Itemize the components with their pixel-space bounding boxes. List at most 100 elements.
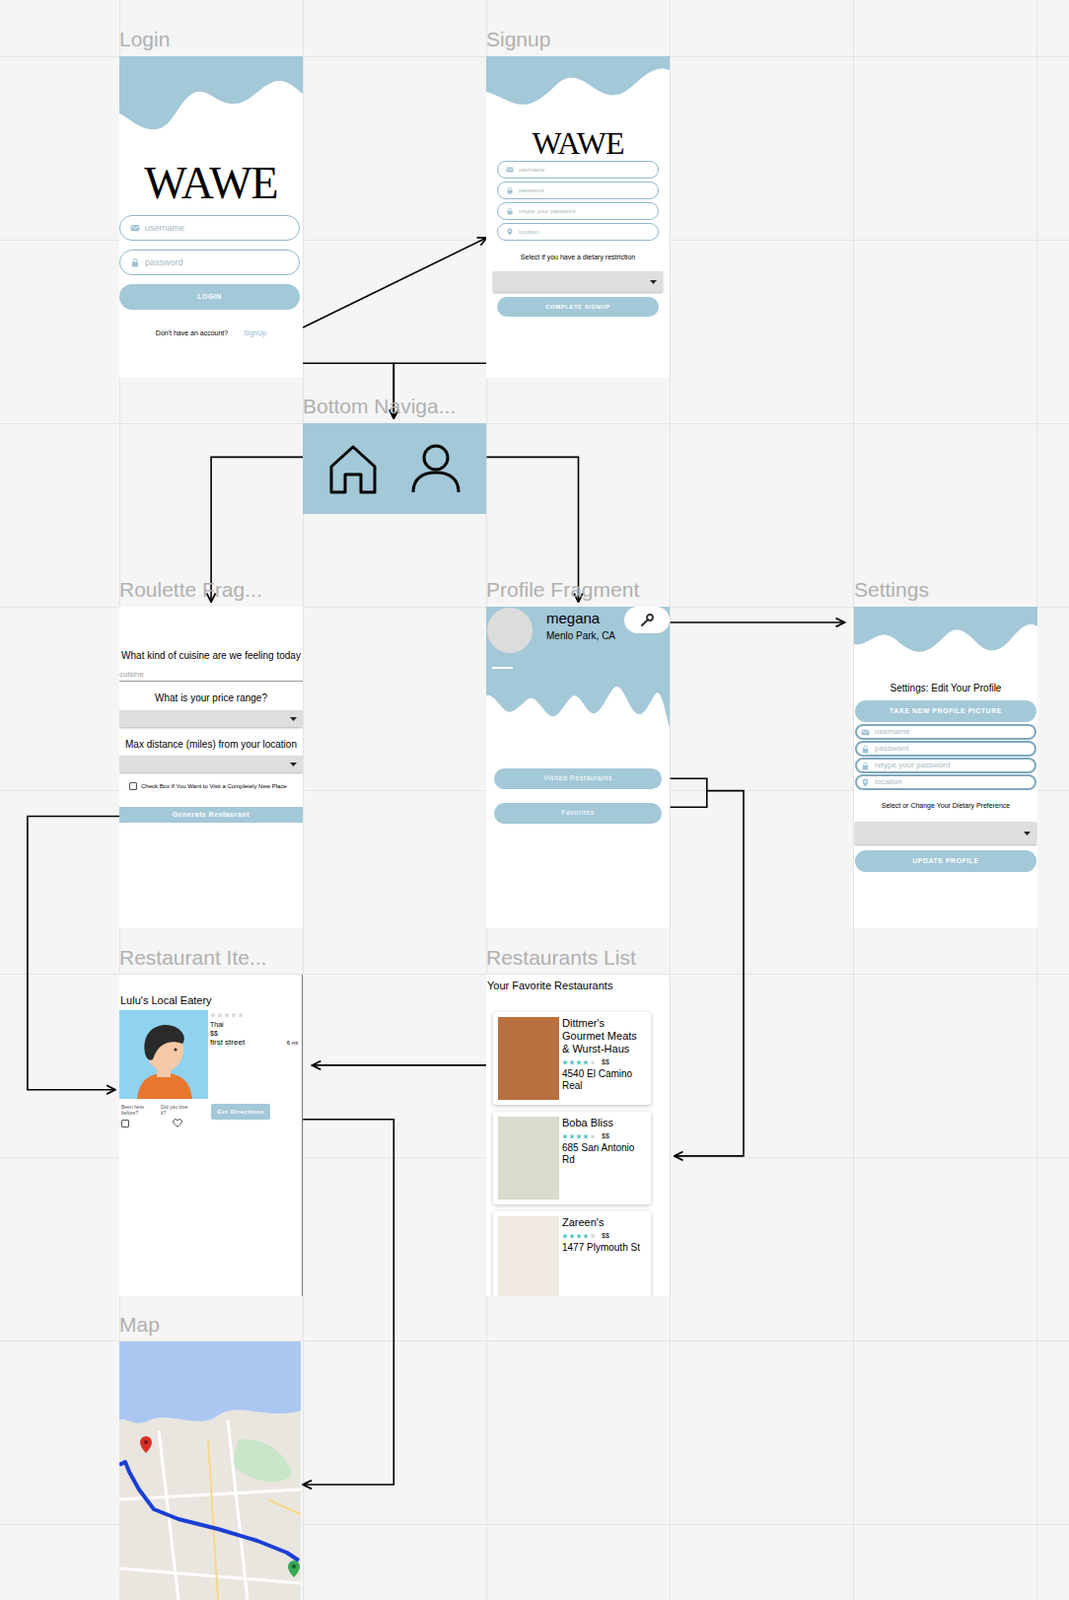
cuisine-input[interactable]: cuisine <box>119 669 303 682</box>
text-field[interactable]: password <box>855 740 1037 757</box>
connector-arrow <box>312 1064 488 1066</box>
dropdown-arrow-icon <box>1023 831 1031 836</box>
button[interactable]: COMPLETE SIGNUP <box>497 296 659 317</box>
dropdown-label: Select or Change Your Dietary Preference <box>854 800 1038 810</box>
question: What is your price range? <box>119 692 303 705</box>
logo: WAWE <box>486 127 670 159</box>
button[interactable]: Get Directions <box>211 1103 271 1120</box>
field-placeholder[interactable]: username <box>144 223 185 233</box>
avatar[interactable] <box>487 607 533 653</box>
profile-location: Menlo Park, CA <box>546 630 625 642</box>
star-icon <box>569 1232 575 1239</box>
restaurant-photo <box>498 1016 560 1100</box>
profile-name: megana <box>546 609 625 627</box>
connector-arrow <box>670 778 744 1156</box>
star-rating <box>210 1011 298 1018</box>
star-icon <box>562 1133 569 1140</box>
star-icon <box>562 1232 569 1239</box>
restaurant-photo <box>498 1116 560 1200</box>
restaurant-card[interactable]: Dittmer's Gourmet Meats & Wurst-Haus$$45… <box>493 1011 651 1105</box>
frame-label: Restaurant Ite... <box>119 945 267 970</box>
restaurant-name: Zareen's <box>562 1215 646 1229</box>
price: $$ <box>601 1131 610 1141</box>
text-field[interactable]: location <box>855 774 1037 790</box>
restaurant-name: Lulu's Local Eatery <box>119 994 302 1007</box>
nav-item[interactable] <box>408 440 464 497</box>
cuisine: Thai <box>210 1019 298 1029</box>
restaurant-card[interactable]: Zareen's$$1477 Plymouth St <box>493 1211 651 1296</box>
button[interactable]: Generate Restaurant <box>119 806 303 823</box>
mail-icon <box>505 165 514 174</box>
star-icon <box>569 1133 575 1140</box>
text-field[interactable]: retype your password <box>497 202 659 220</box>
text-field[interactable]: location <box>497 222 659 241</box>
connector-arrow <box>27 816 120 1090</box>
restaurant-photo <box>498 1215 560 1296</box>
screen-frame: megana Menlo Park, CA Visited Restaurants F… <box>486 606 670 928</box>
screen-frame <box>119 1341 301 1600</box>
star-icon <box>589 1232 596 1239</box>
button[interactable]: LOGIN <box>119 284 300 310</box>
dropdown-arrow-icon <box>649 280 657 285</box>
text-field[interactable]: password <box>119 249 300 276</box>
text-field[interactable]: retype your password <box>855 757 1037 774</box>
screen-frame: What kind of cuisine are we feeling toda… <box>119 606 303 928</box>
restaurant-image <box>119 1009 209 1099</box>
star-rating <box>562 1232 596 1239</box>
price: $$ <box>210 1028 298 1038</box>
checkbox[interactable] <box>121 1119 130 1128</box>
field-placeholder[interactable]: username <box>874 727 911 736</box>
been-label: Been here before? <box>121 1103 155 1116</box>
distance: 6 mi <box>286 1038 298 1047</box>
button[interactable]: UPDATE PROFILE <box>855 850 1037 872</box>
nav-item[interactable] <box>325 440 381 497</box>
address: first street <box>210 1037 245 1048</box>
restaurant-name: Boba Bliss <box>562 1116 646 1130</box>
button[interactable]: Favorites <box>494 802 662 824</box>
question: Max distance (miles) from your location <box>119 738 303 751</box>
wave-header <box>119 56 303 131</box>
field-placeholder[interactable]: location <box>518 228 540 235</box>
settings-button[interactable] <box>624 606 670 634</box>
lock-icon <box>130 257 141 268</box>
field-placeholder[interactable]: retype your password <box>874 761 950 770</box>
dropdown-label: Select if you have a dietary restriction <box>486 252 670 263</box>
address: 4540 El Camino Real <box>562 1068 646 1092</box>
button[interactable]: Visited Restaurants <box>494 768 662 789</box>
screen-frame <box>302 423 487 514</box>
star-icon <box>230 1011 237 1018</box>
field-placeholder[interactable]: retype your password <box>518 208 575 214</box>
design-canvas: LoginWAWEusernamepasswordLOGINDon't have… <box>0 0 1069 1600</box>
field-placeholder[interactable]: password <box>144 258 184 268</box>
heart-icon[interactable] <box>172 1118 183 1128</box>
field-placeholder[interactable]: location <box>874 778 903 786</box>
dropdown[interactable] <box>855 821 1037 845</box>
text-field[interactable]: password <box>497 181 659 200</box>
screen-frame: Your Favorite RestaurantsDittmer's Gourm… <box>486 974 670 1296</box>
field-placeholder[interactable]: username <box>518 166 546 173</box>
field-placeholder[interactable]: password <box>518 187 545 194</box>
signup-link[interactable]: SignUp <box>243 328 267 338</box>
location-pin-icon <box>860 778 870 787</box>
home-icon <box>325 440 381 497</box>
frame-label: Map <box>119 1312 160 1337</box>
field-placeholder[interactable]: password <box>874 744 909 753</box>
text-field[interactable]: username <box>497 160 659 179</box>
map-view[interactable] <box>119 1341 301 1600</box>
checkbox[interactable] <box>129 782 138 790</box>
dropdown[interactable] <box>119 710 303 727</box>
person-icon <box>408 440 464 497</box>
input-placeholder[interactable]: cuisine <box>119 669 303 680</box>
text-field[interactable]: username <box>119 214 300 241</box>
button[interactable]: TAKE NEW PROFILE PICTURE <box>855 700 1037 722</box>
dropdown[interactable] <box>119 755 303 773</box>
mail-icon <box>130 222 141 233</box>
star-rating <box>562 1059 596 1066</box>
text-field[interactable]: username <box>855 723 1037 740</box>
star-icon <box>216 1011 223 1018</box>
star-icon <box>575 1232 582 1239</box>
lock-icon <box>505 186 514 195</box>
restaurant-card[interactable]: Boba Bliss$$685 San Antonio Rd <box>493 1111 651 1205</box>
dropdown[interactable] <box>493 271 663 292</box>
price: $$ <box>601 1057 610 1067</box>
